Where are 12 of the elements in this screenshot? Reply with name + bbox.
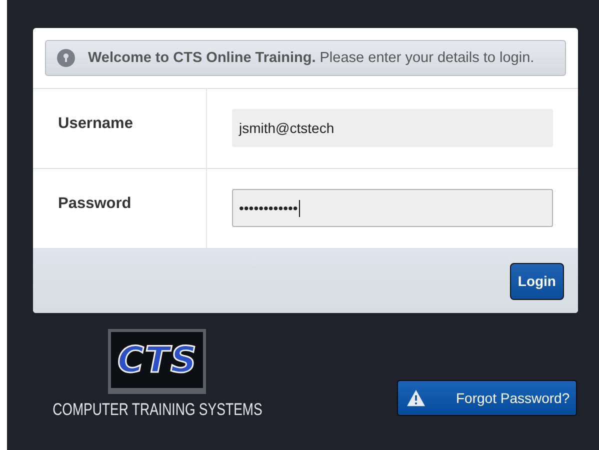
welcome-message: Welcome to CTS Online Training. Please enter your details to login.	[88, 50, 534, 66]
warning-icon	[406, 389, 426, 407]
keyhole-icon	[56, 48, 76, 68]
logo-caption: COMPUTER TRAINING SYSTEMS	[52, 400, 262, 420]
field-label: Username	[58, 115, 133, 132]
forgot-password-button[interactable]: Forgot Password?	[397, 380, 577, 416]
login-button[interactable]: Login	[510, 262, 564, 300]
monitor-logo: CTS	[108, 329, 206, 394]
username-field[interactable]: jsmith@ctstech	[232, 109, 553, 147]
field-label: Password	[58, 195, 132, 212]
text-cursor	[298, 200, 300, 216]
password-field[interactable]: ••••••••••••	[232, 189, 553, 227]
